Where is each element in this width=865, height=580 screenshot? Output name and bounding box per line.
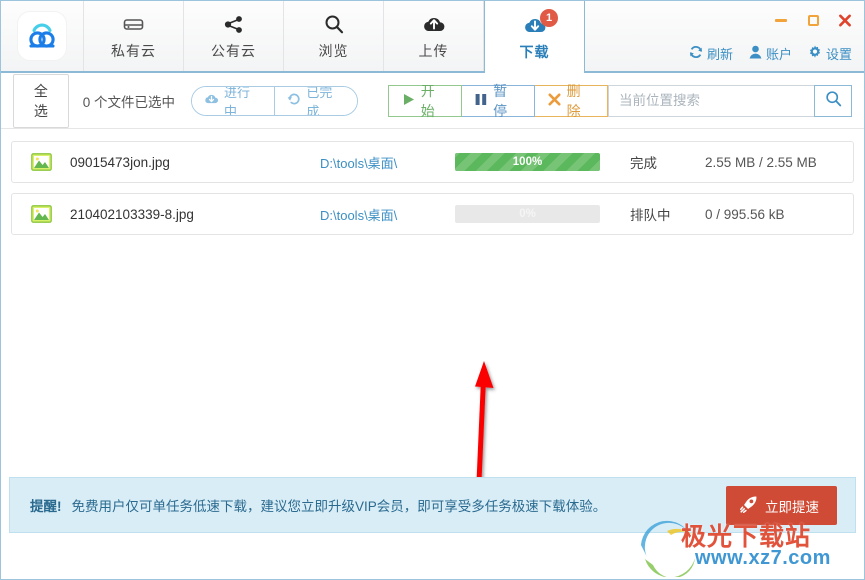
cloud-upload-icon	[422, 11, 446, 37]
app-logo	[1, 1, 84, 71]
search-box	[608, 84, 852, 117]
delete-button[interactable]: 删除	[534, 83, 608, 119]
select-all-button[interactable]: 全选	[13, 73, 69, 128]
file-size: 0 / 995.56 kB	[705, 206, 785, 222]
operation-button-group: 开始 暂停 删除	[387, 83, 608, 119]
tab-label: 上传	[418, 43, 449, 59]
tab-public-cloud[interactable]: 公有云	[184, 1, 284, 71]
tab-label: 下载	[519, 44, 550, 60]
search-icon	[825, 90, 842, 112]
start-label: 开始	[420, 82, 435, 119]
file-size: 2.55 MB / 2.55 MB	[705, 154, 817, 170]
cloud-logo-icon	[18, 12, 66, 60]
progress-bar: 0%	[455, 205, 600, 223]
file-path[interactable]: D:\tools\桌面\	[320, 205, 455, 224]
account-label: 账户	[765, 47, 792, 62]
main-tabs: 私有云 公有云 浏览 上传 1 下载	[84, 1, 585, 73]
filter-in-progress[interactable]: 进行中	[192, 85, 275, 116]
rocket-icon	[740, 495, 758, 516]
image-file-icon	[12, 153, 70, 171]
start-button[interactable]: 开始	[387, 83, 463, 119]
download-count-badge: 1	[540, 9, 558, 27]
search-button[interactable]	[814, 84, 852, 117]
gear-icon	[808, 45, 822, 62]
pause-icon	[475, 93, 487, 109]
titlebar-right-area: 刷新 账户 设置	[585, 1, 864, 71]
tab-download[interactable]: 1 下载	[484, 1, 585, 73]
annotation-arrow-icon	[464, 357, 504, 497]
tab-browse[interactable]: 浏览	[284, 1, 384, 71]
titlebar-actions: 刷新 账户 设置	[689, 44, 852, 63]
refresh-button[interactable]: 刷新	[689, 44, 733, 63]
search-icon	[324, 11, 344, 37]
server-icon	[123, 11, 144, 37]
progress-bar: 100%	[455, 153, 600, 171]
minimize-icon[interactable]	[774, 13, 788, 27]
image-file-icon	[12, 205, 70, 223]
delete-label: 删除	[566, 82, 581, 119]
refresh-label: 刷新	[706, 47, 733, 62]
footer-blank-area	[1, 534, 864, 579]
progress-label: 0%	[519, 208, 536, 220]
share-icon	[224, 11, 244, 37]
user-icon	[749, 45, 762, 62]
boost-button[interactable]: 立即提速	[726, 486, 837, 525]
tab-upload[interactable]: 上传	[384, 1, 484, 71]
play-icon	[402, 93, 415, 109]
title-bar: 私有云 公有云 浏览 上传 1 下载 刷新 账户 设置	[1, 1, 864, 73]
table-row[interactable]: 210402103339-8.jpg D:\tools\桌面\ 0% 排队中 0…	[11, 193, 854, 235]
pause-label: 暂停	[493, 82, 508, 119]
search-input[interactable]	[609, 85, 814, 116]
selected-count-label: 0 个文件已选中	[82, 94, 176, 110]
boost-label: 立即提速	[765, 499, 819, 515]
file-name: 09015473jon.jpg	[70, 154, 170, 170]
close-icon[interactable]	[838, 13, 852, 27]
action-toolbar: 全选 0 个文件已选中 进行中 已完成 开始 暂停 删除 当前位置搜索	[1, 73, 864, 129]
filter-label: 进行中	[224, 85, 251, 116]
progress-label: 100%	[512, 156, 543, 168]
maximize-icon[interactable]	[806, 13, 820, 27]
tab-private-cloud[interactable]: 私有云	[84, 1, 184, 71]
notice-tip-label: 提醒!	[30, 499, 62, 514]
vip-notice-bar: 提醒! 免费用户仅可单任务低速下载，建议您立即升级VIP会员，即可享受多任务极速…	[9, 477, 856, 533]
history-icon	[287, 92, 301, 109]
settings-label: 设置	[825, 47, 852, 62]
window-controls	[774, 13, 852, 27]
status-label: 完成	[630, 156, 657, 171]
filter-completed[interactable]: 已完成	[274, 85, 357, 116]
tab-label: 公有云	[211, 43, 256, 59]
filter-label: 已完成	[306, 85, 333, 116]
app-window: 私有云 公有云 浏览 上传 1 下载 刷新 账户 设置 全选 0 个文件已选中 …	[0, 0, 865, 580]
file-path[interactable]: D:\tools\桌面\	[320, 153, 455, 172]
settings-button[interactable]: 设置	[808, 44, 852, 63]
tab-label: 私有云	[111, 43, 156, 59]
refresh-icon	[689, 45, 703, 62]
notice-tip-text: 免费用户仅可单任务低速下载，建议您立即升级VIP会员，即可享受多任务极速下载体验…	[71, 499, 607, 514]
filter-segmented-control: 进行中 已完成	[191, 85, 358, 116]
account-button[interactable]: 账户	[749, 44, 792, 63]
status-label: 排队中	[630, 208, 671, 223]
close-icon	[548, 92, 561, 109]
file-name: 210402103339-8.jpg	[70, 206, 194, 222]
download-file-list: 09015473jon.jpg D:\tools\桌面\ 100% 完成 2.5…	[1, 129, 864, 494]
cloud-download-icon	[204, 93, 219, 108]
table-row[interactable]: 09015473jon.jpg D:\tools\桌面\ 100% 完成 2.5…	[11, 141, 854, 183]
tab-label: 浏览	[318, 43, 349, 59]
pause-button[interactable]: 暂停	[462, 83, 535, 119]
